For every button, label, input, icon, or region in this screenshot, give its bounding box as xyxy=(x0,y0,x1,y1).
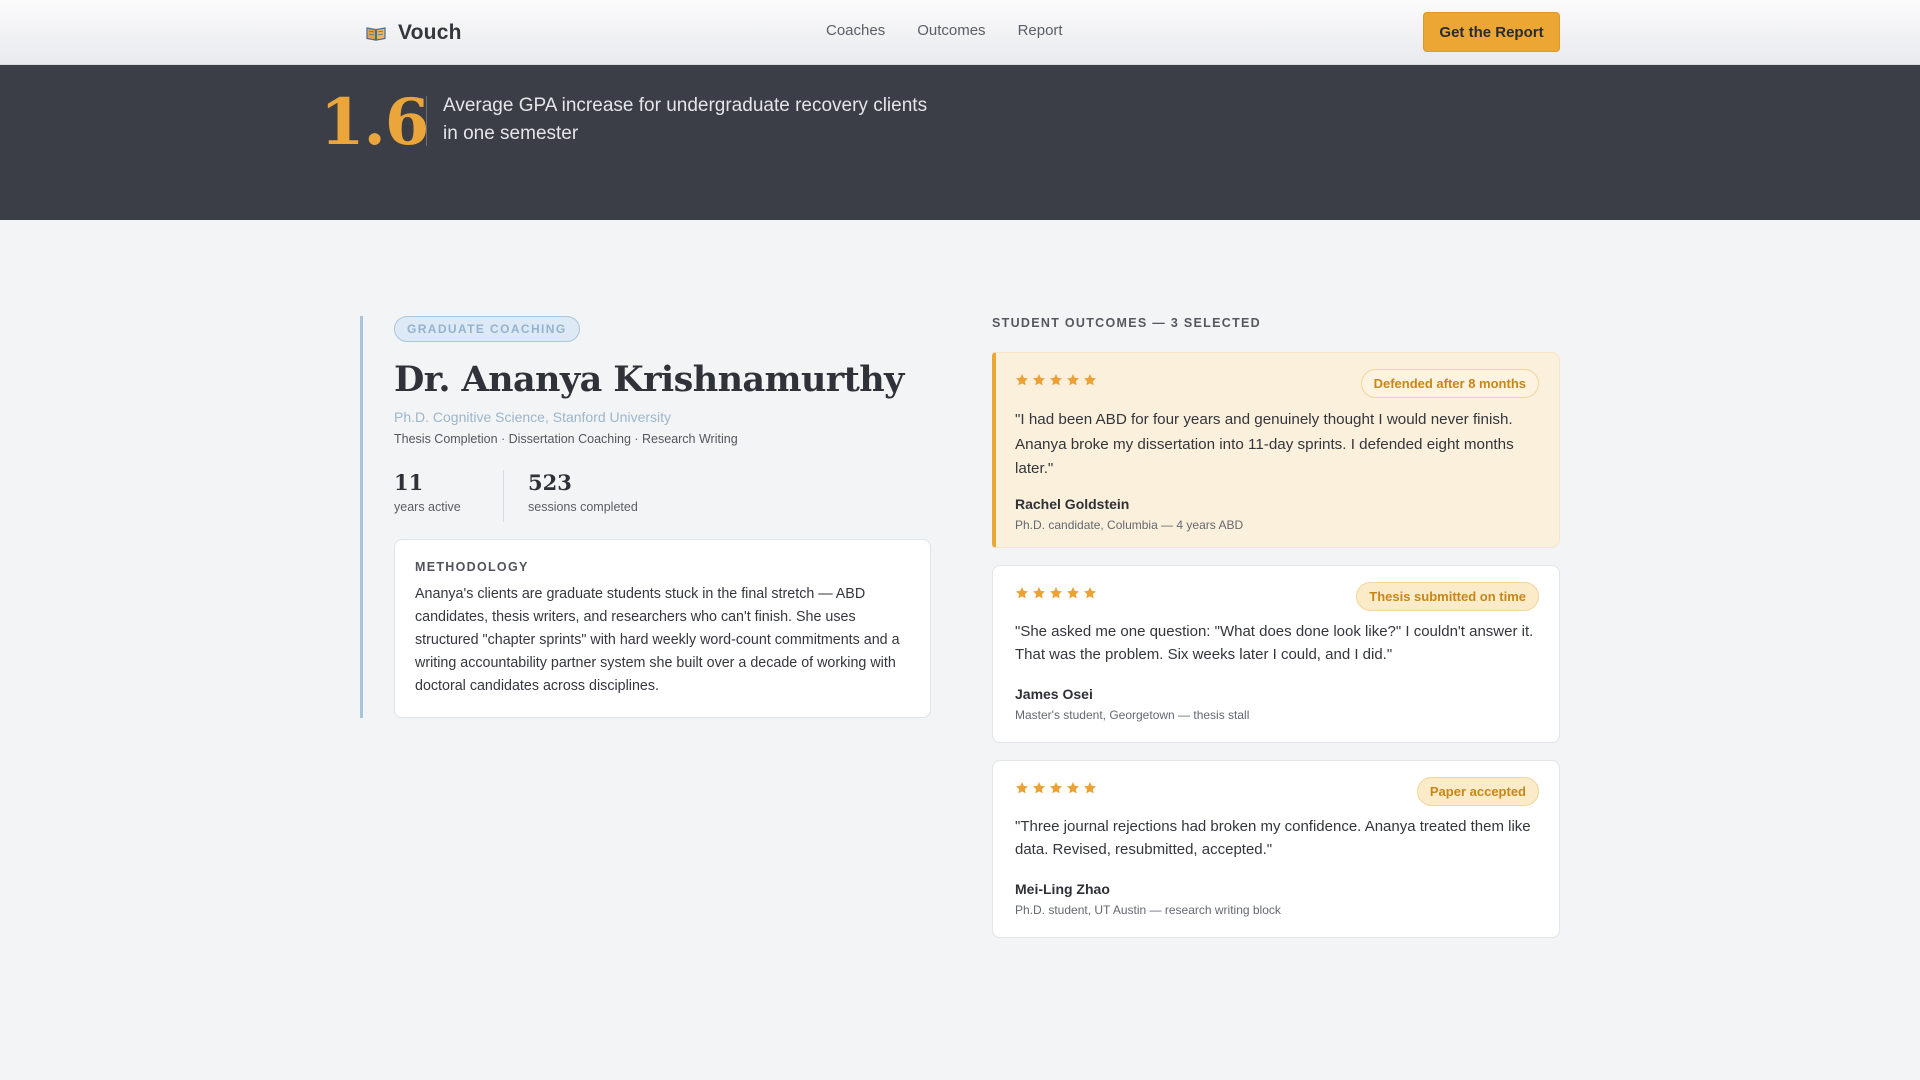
testimonial-author-meta: Ph.D. student, UT Austin — research writ… xyxy=(1015,903,1281,917)
star-icon xyxy=(1032,586,1046,600)
main-nav: Coaches Outcomes Report xyxy=(826,22,1063,39)
outcomes-heading: STUDENT OUTCOMES — 3 SELECTED xyxy=(992,316,1261,330)
open-book-icon xyxy=(366,26,386,41)
coach-credential: Ph.D. Cognitive Science, Stanford Univer… xyxy=(394,409,672,425)
star-icon xyxy=(1066,781,1080,795)
testimonial-card: Thesis submitted on time "She asked me o… xyxy=(992,565,1560,743)
top-nav: Vouch Coaches Outcomes Report Get the Re… xyxy=(0,0,1920,65)
outcome-badge: Paper accepted xyxy=(1416,777,1539,806)
stat-value: 11 xyxy=(394,470,424,495)
star-icon xyxy=(1049,373,1063,387)
outcome-badge: Thesis submitted on time xyxy=(1356,582,1539,611)
coach-specialties: Thesis Completion · Dissertation Coachin… xyxy=(394,432,738,446)
coach-name: Dr. Ananya Krishnamurthy xyxy=(394,359,904,400)
star-icon xyxy=(1049,586,1063,600)
testimonial-quote: "Three journal rejections had broken my … xyxy=(1015,818,1531,858)
star-icon xyxy=(1083,781,1097,795)
star-icon xyxy=(1066,586,1080,600)
hero-stat-caption: Average GPA increase for undergraduate r… xyxy=(443,95,928,144)
star-rating xyxy=(1015,586,1097,600)
get-report-button[interactable]: Get the Report xyxy=(1423,12,1560,52)
stat-value: 523 xyxy=(528,470,572,495)
star-icon xyxy=(1049,781,1063,795)
testimonial-card: Paper accepted "Three journal rejections… xyxy=(992,760,1560,938)
star-icon xyxy=(1083,586,1097,600)
star-icon xyxy=(1032,373,1046,387)
star-icon xyxy=(1015,781,1029,795)
nav-link-report[interactable]: Report xyxy=(1018,22,1063,39)
star-rating xyxy=(1015,373,1097,387)
hero-stat-value: 1.6 xyxy=(320,85,429,160)
star-icon xyxy=(1015,586,1029,600)
testimonial-author-meta: Ph.D. candidate, Columbia — 4 years ABD xyxy=(1015,518,1244,532)
nav-link-outcomes[interactable]: Outcomes xyxy=(917,22,985,39)
methodology-body: Ananya's clients are graduate students s… xyxy=(415,586,900,694)
star-icon xyxy=(1015,373,1029,387)
brand-logo-link[interactable]: Vouch xyxy=(366,20,462,46)
star-icon xyxy=(1032,781,1046,795)
testimonial-author-meta: Master's student, Georgetown — thesis st… xyxy=(1015,708,1250,722)
stat-sessions-completed: 523 sessions completed xyxy=(503,470,638,522)
testimonial-quote: "I had been ABD for four years and genui… xyxy=(1015,411,1514,477)
coach-profile: GRADUATE COACHING Dr. Ananya Krishnamurt… xyxy=(360,316,931,718)
stat-years-active: 11 years active xyxy=(394,470,461,514)
methodology-card: METHODOLOGY Ananya's clients are graduat… xyxy=(394,539,931,718)
testimonial-quote: "She asked me one question: "What does d… xyxy=(1015,623,1534,663)
star-icon xyxy=(1083,373,1097,387)
testimonial-author: Mei-Ling Zhao xyxy=(1015,881,1110,897)
nav-link-coaches[interactable]: Coaches xyxy=(826,22,885,39)
testimonial-author: Rachel Goldstein xyxy=(1015,496,1130,512)
testimonial-card: Defended after 8 months "I had been ABD … xyxy=(992,352,1560,548)
brand-name: Vouch xyxy=(398,21,462,44)
category-badge: GRADUATE COACHING xyxy=(394,316,580,342)
hero-divider xyxy=(426,96,427,146)
testimonial-author: James Osei xyxy=(1015,686,1093,702)
stat-label: years active xyxy=(394,500,461,514)
stat-label: sessions completed xyxy=(528,500,638,514)
methodology-title: METHODOLOGY xyxy=(415,560,529,574)
star-icon xyxy=(1066,373,1080,387)
hero-stat-band: 1.6 Average GPA increase for undergradua… xyxy=(0,65,1920,220)
star-rating xyxy=(1015,781,1097,795)
outcome-badge: Defended after 8 months xyxy=(1360,369,1539,398)
